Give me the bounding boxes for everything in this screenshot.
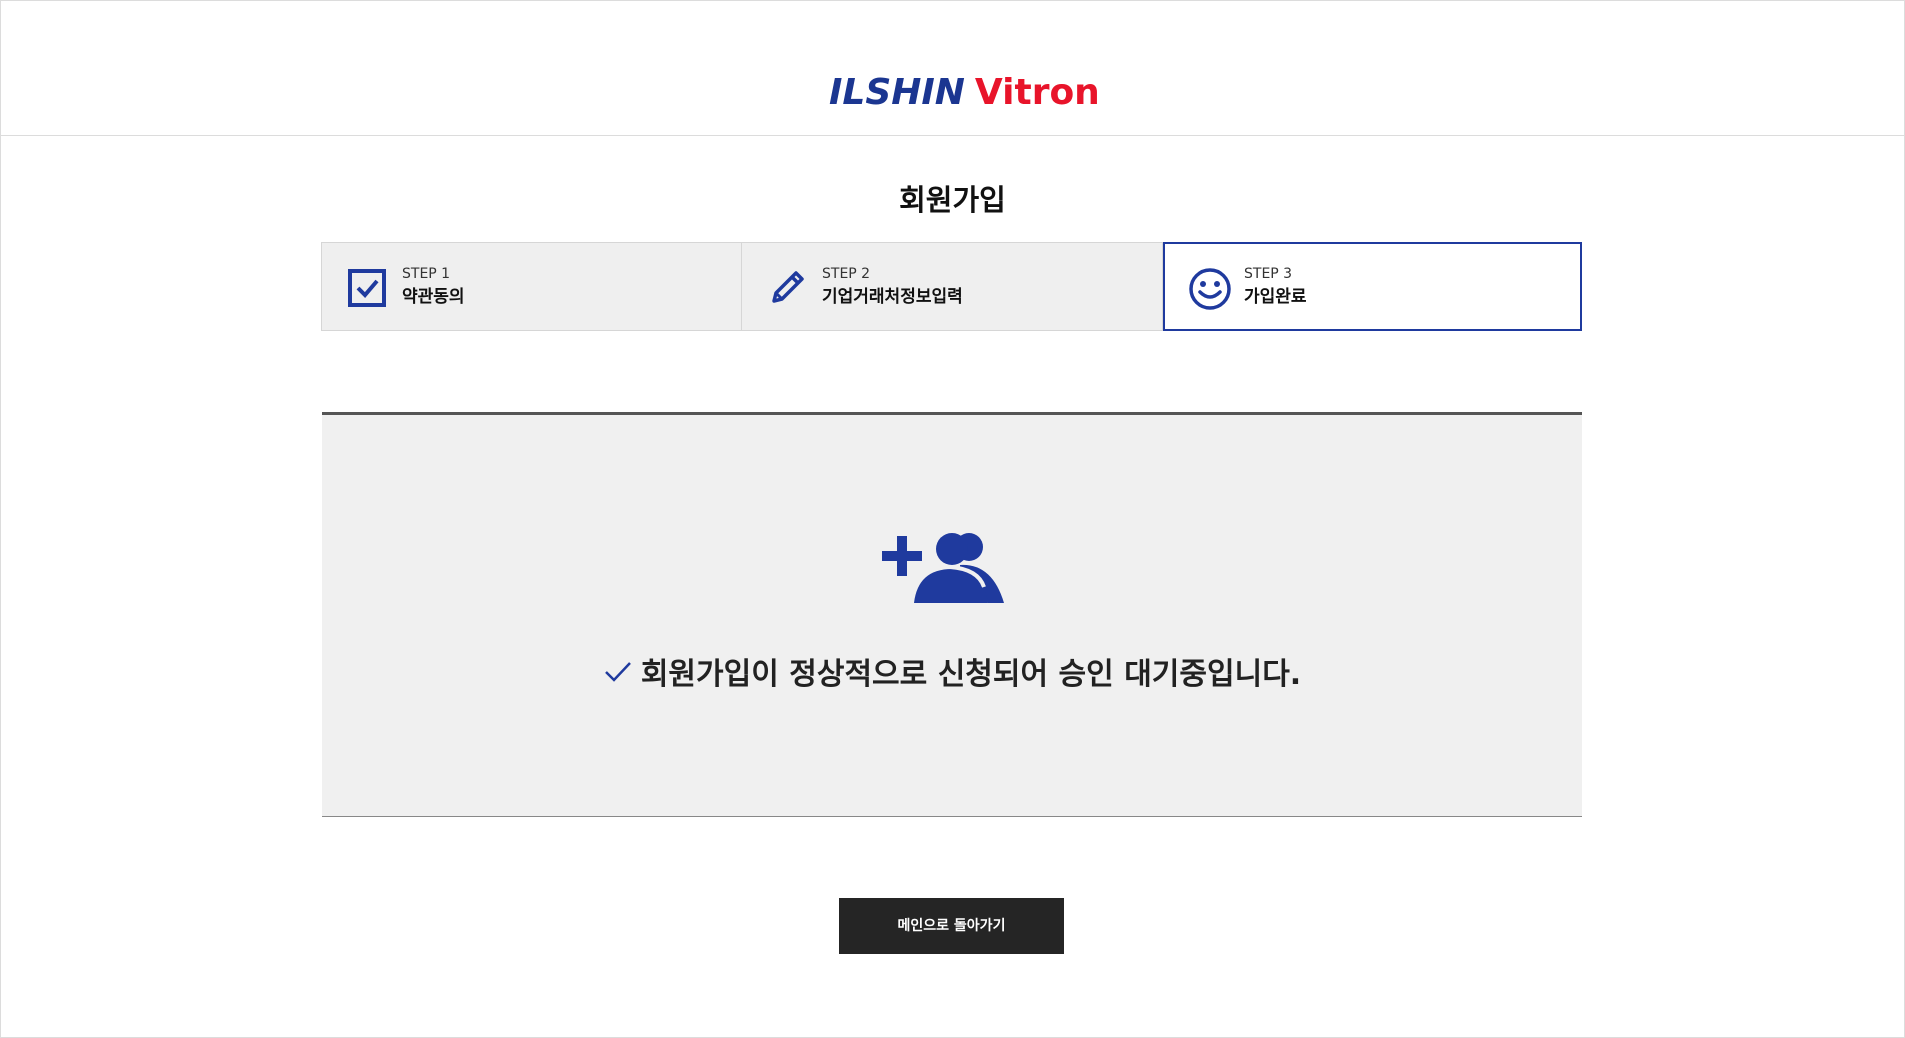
add-users-icon bbox=[880, 527, 1006, 607]
result-panel: 회원가입이 정상적으로 신청되어 승인 대기중입니다. bbox=[322, 412, 1582, 817]
brand-logo[interactable]: ILSHIN Vitron bbox=[829, 73, 1100, 113]
step-label: 가입완료 bbox=[1244, 287, 1307, 307]
step-3-active: STEP 3 가입완료 bbox=[1163, 242, 1582, 331]
checkbox-icon bbox=[346, 267, 388, 309]
page-title: 회원가입 bbox=[899, 183, 1006, 217]
smiley-icon bbox=[1188, 267, 1231, 310]
signup-steps: STEP 1 약관동의 STEP 2 기업거래처정보입력 STEP 3 가입완료 bbox=[321, 242, 1582, 331]
logo-text-vitron: Vitron bbox=[974, 72, 1100, 113]
pencil-icon bbox=[766, 267, 808, 309]
step-number: STEP 3 bbox=[1244, 266, 1293, 282]
back-to-main-button[interactable]: 메인으로 돌아가기 bbox=[839, 898, 1064, 954]
step-number: STEP 2 bbox=[822, 266, 871, 282]
result-message: 회원가입이 정상적으로 신청되어 승인 대기중입니다. bbox=[322, 655, 1582, 695]
result-message-text: 회원가입이 정상적으로 신청되어 승인 대기중입니다. bbox=[640, 657, 1302, 692]
step-1: STEP 1 약관동의 bbox=[321, 242, 742, 331]
header: ILSHIN Vitron bbox=[1, 1, 1904, 136]
logo-text-ilshin: ILSHIN bbox=[829, 72, 965, 113]
step-label: 기업거래처정보입력 bbox=[822, 287, 963, 307]
step-2: STEP 2 기업거래처정보입력 bbox=[742, 242, 1163, 331]
step-number: STEP 1 bbox=[402, 266, 451, 282]
step-label: 약관동의 bbox=[402, 287, 465, 307]
check-icon bbox=[603, 657, 633, 687]
